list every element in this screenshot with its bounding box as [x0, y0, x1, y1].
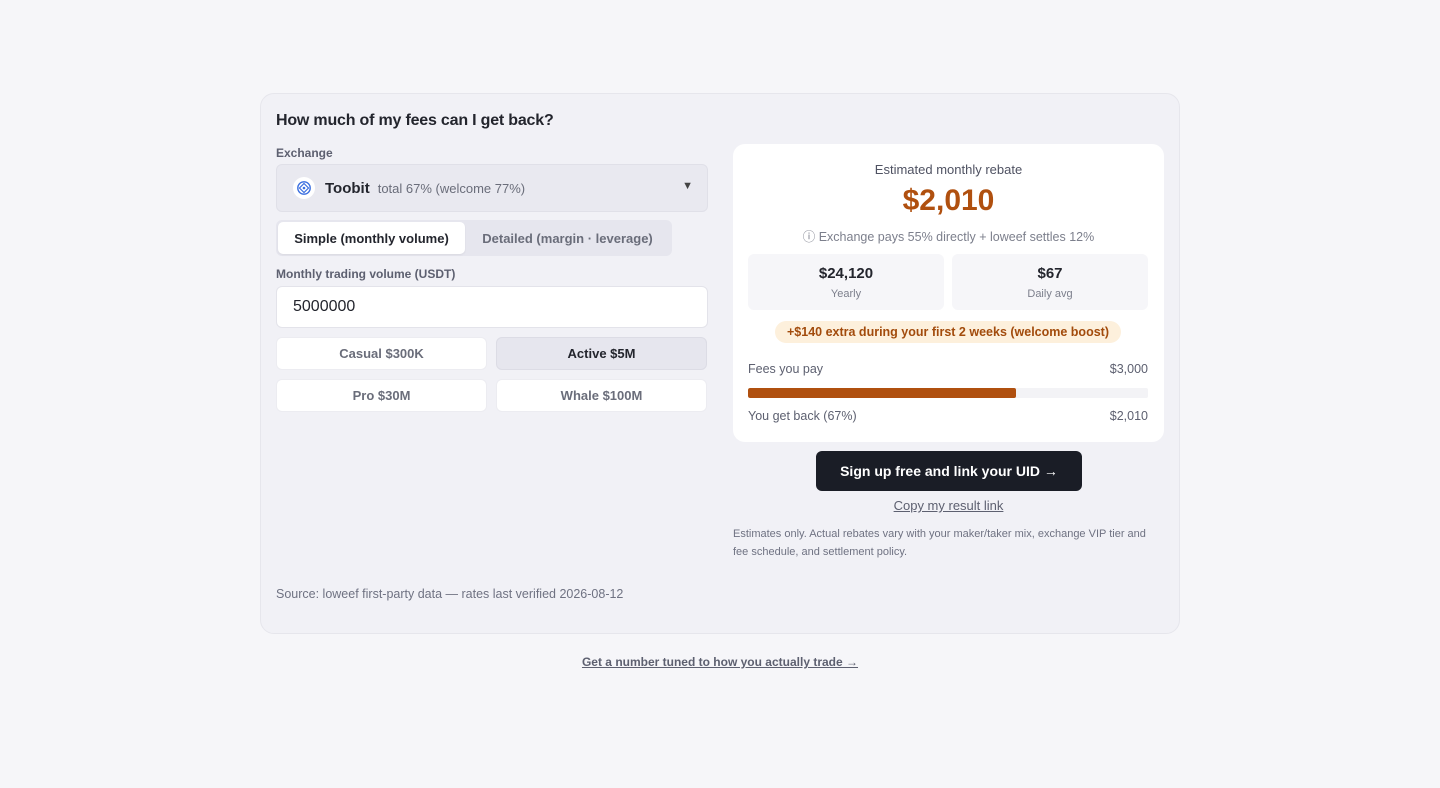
- volume-input[interactable]: 5000000: [276, 286, 708, 328]
- yearly-stat: $24,120 Yearly: [748, 254, 944, 310]
- result-heading: Estimated monthly rebate: [874, 162, 1023, 177]
- volume-label: Monthly trading volume (USDT): [276, 267, 456, 281]
- exchange-name: Toobit: [325, 179, 370, 197]
- exchange-label: Exchange: [276, 146, 333, 160]
- daily-stat: $67 Daily avg: [952, 254, 1148, 310]
- source-note: Source: loweef first-party data — rates …: [276, 587, 624, 601]
- rebate-progress-fill: [748, 388, 1016, 398]
- daily-label: Daily avg: [1027, 288, 1073, 300]
- preset-whale-button[interactable]: Whale $100M: [496, 379, 707, 412]
- fees-value: $3,000: [1109, 362, 1148, 376]
- rebate-progress-bar: [748, 388, 1148, 398]
- signup-link-uid-button[interactable]: Sign up free and link your UID →: [816, 451, 1082, 491]
- back-row: You get back (67%) $2,010: [748, 409, 1148, 423]
- yearly-label: Yearly: [830, 288, 862, 300]
- tab-simple-mode[interactable]: Simple (monthly volume): [278, 222, 465, 254]
- welcome-boost-badge: +$140 extra during your first 2 weeks (w…: [775, 321, 1121, 343]
- fee-calculator-card: How much of my fees can I get back? Exch…: [260, 93, 1180, 634]
- fees-label: Fees you pay: [748, 362, 824, 376]
- toobit-logo-icon: [293, 177, 315, 199]
- exchange-rate-meta: total 67% (welcome 77%): [377, 180, 526, 196]
- preset-pro-button[interactable]: Pro $30M: [276, 379, 487, 412]
- copy-result-link[interactable]: Copy my result link: [733, 498, 1164, 513]
- disclaimer-text: Estimates only. Actual rebates vary with…: [733, 528, 1146, 558]
- chevron-down-icon: ▼: [682, 180, 693, 192]
- daily-value: $67: [1037, 265, 1063, 282]
- back-label: You get back (67%): [748, 409, 857, 423]
- fees-row: Fees you pay $3,000: [748, 362, 1148, 376]
- preset-active-button[interactable]: Active $5M: [496, 337, 707, 370]
- rebate-amount: $2,010: [902, 184, 995, 217]
- calculator-title: How much of my fees can I get back?: [276, 112, 554, 129]
- preset-casual-button[interactable]: Casual $300K: [276, 337, 487, 370]
- tab-detailed-mode[interactable]: Detailed (margin · leverage): [465, 222, 670, 254]
- back-value: $2,010: [1109, 409, 1148, 423]
- exchange-select[interactable]: Toobit total 67% (welcome 77%) ▼: [276, 164, 708, 212]
- yearly-value: $24,120: [818, 265, 874, 282]
- mode-toggle: Simple (monthly volume) Detailed (margin…: [276, 220, 672, 256]
- rebate-breakdown-note: ⓘ Exchange pays 55% directly + loweef se…: [802, 230, 1095, 244]
- tuned-number-link[interactable]: Get a number tuned to how you actually t…: [0, 655, 1440, 669]
- result-panel: Estimated monthly rebate $2,010 ⓘ Exchan…: [733, 144, 1164, 442]
